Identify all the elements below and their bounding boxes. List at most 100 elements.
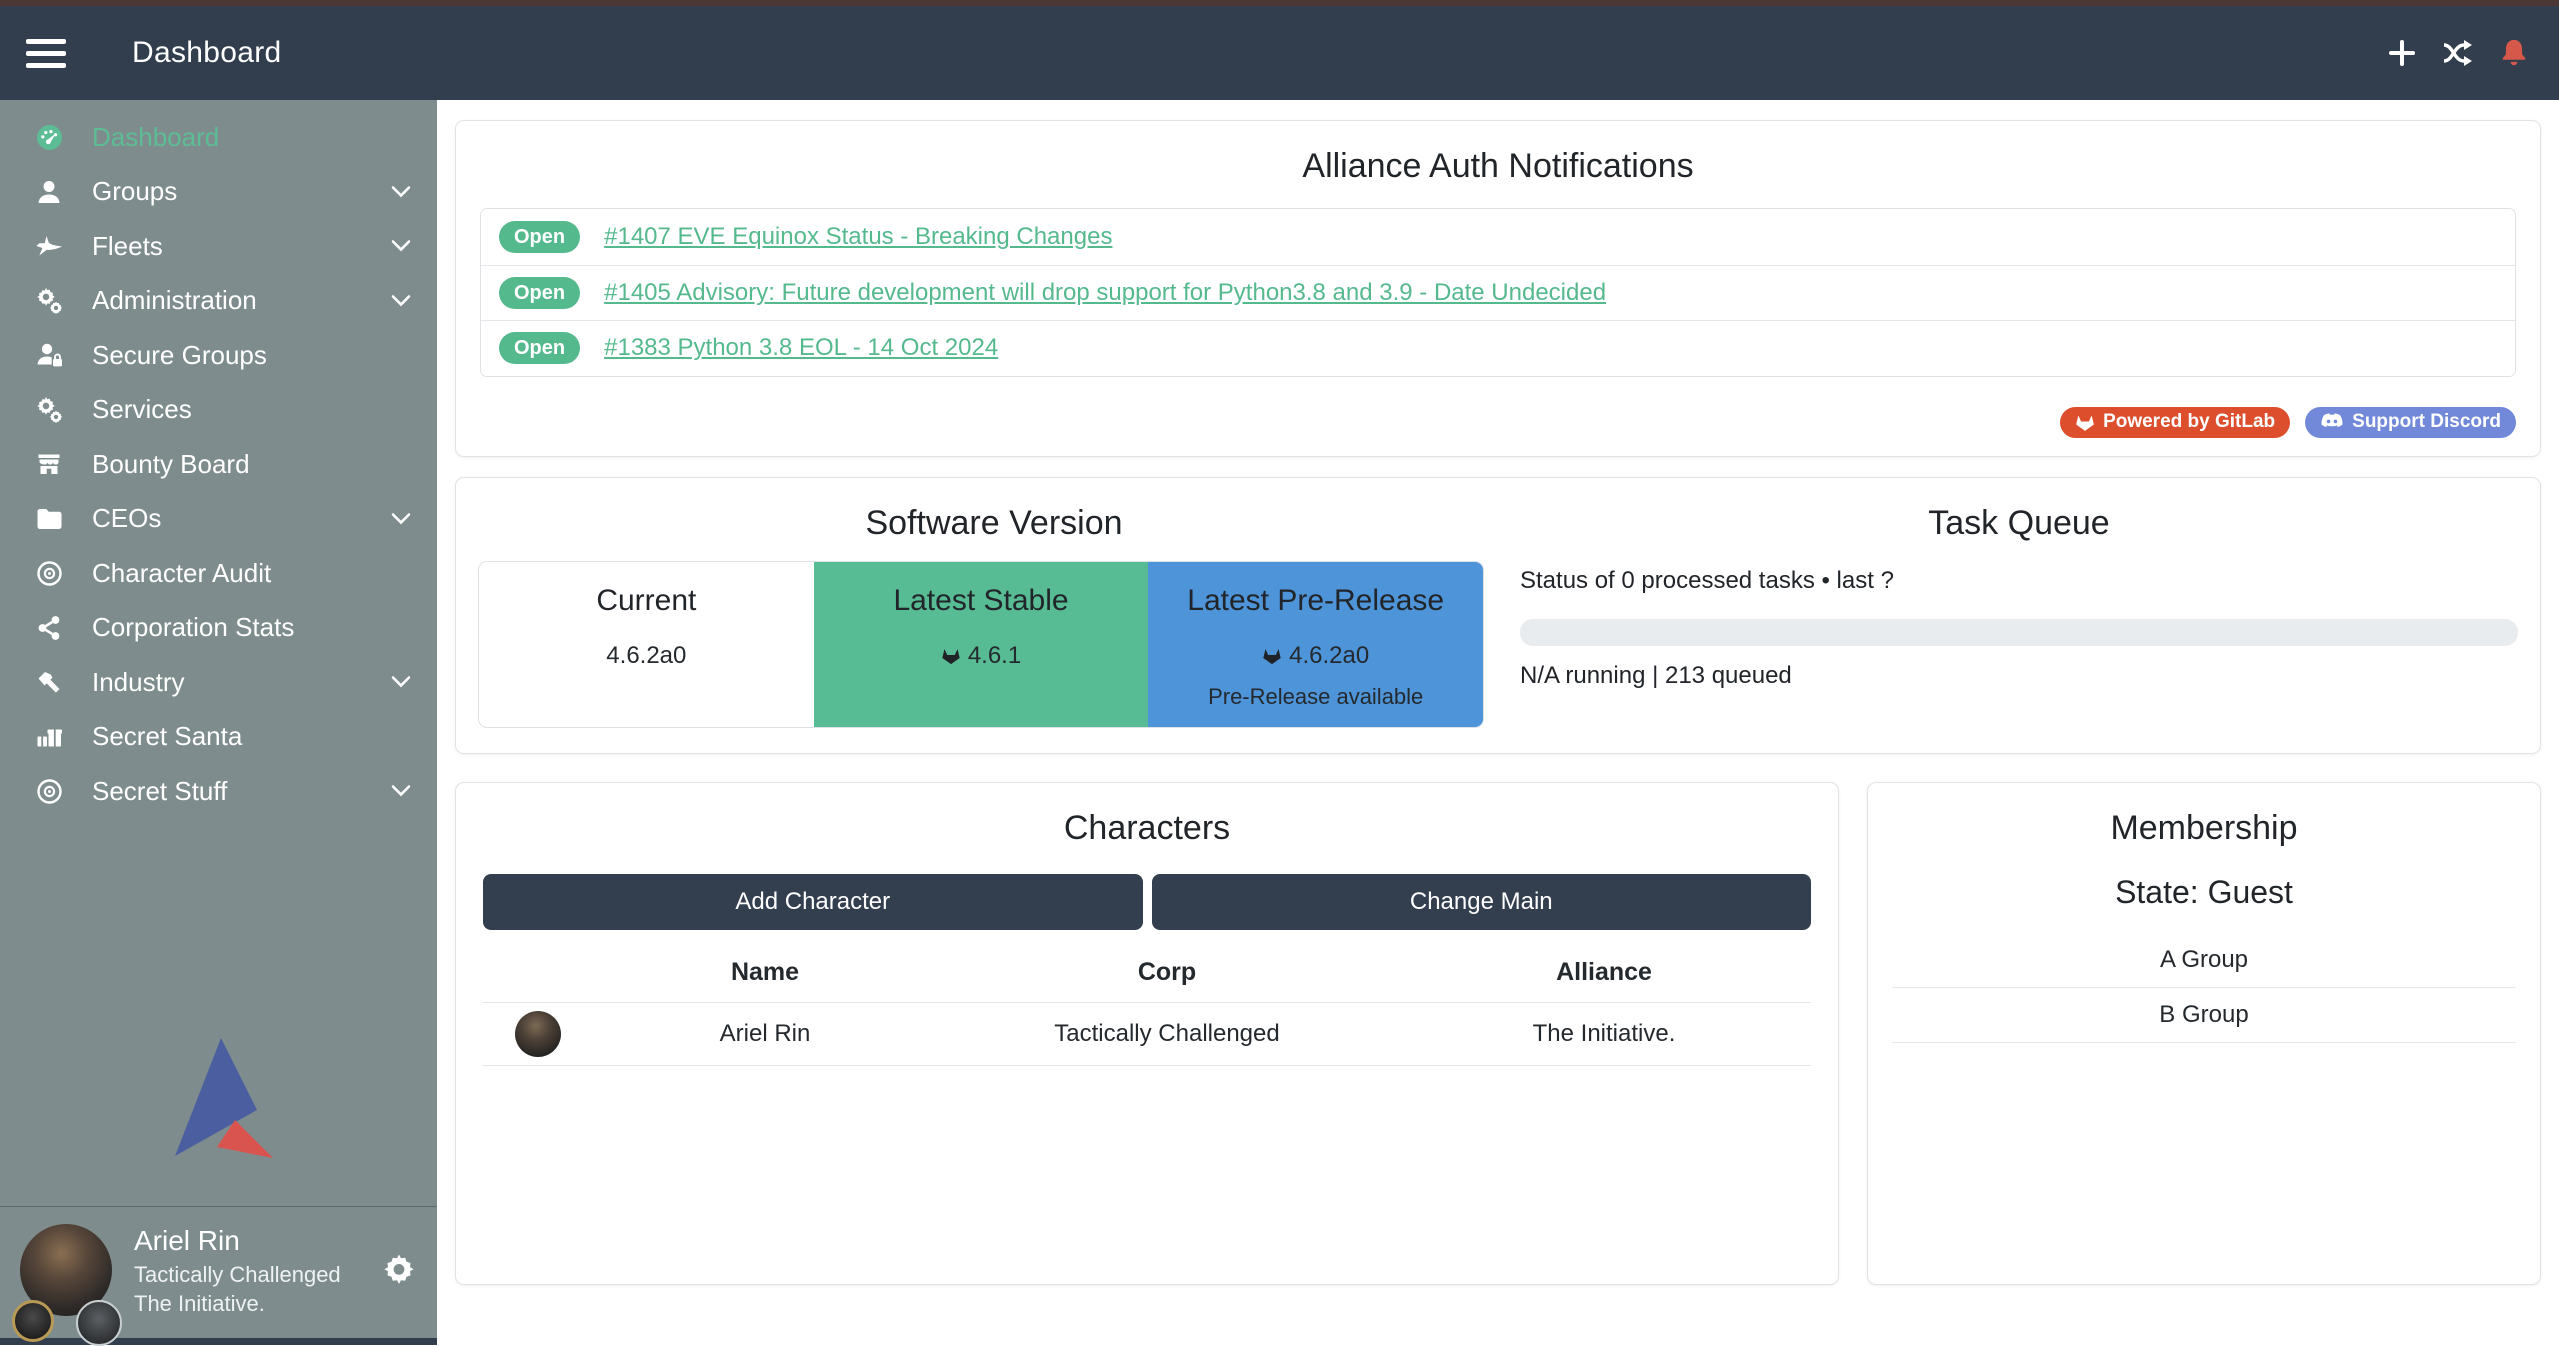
gitlab-badge[interactable]: Powered by GitLab — [2060, 407, 2290, 438]
sidebar-item-label: Secret Santa — [92, 721, 242, 752]
gitlab-badge-label: Powered by GitLab — [2103, 411, 2275, 433]
notification-row: Open #1405 Advisory: Future development … — [481, 265, 2515, 321]
version-column-label: Latest Pre-Release — [1148, 584, 1483, 618]
task-queue-status: Status of 0 processed tasks • last ? — [1520, 567, 2518, 595]
sidebar-item-label: Industry — [92, 667, 185, 698]
discord-badge[interactable]: Support Discord — [2305, 407, 2516, 438]
user-name: Ariel Rin — [134, 1223, 341, 1260]
dashboard-page: Dashboard — [0, 0, 2559, 1345]
chevron-down-icon — [391, 239, 411, 253]
menu-toggle-button[interactable] — [26, 39, 66, 68]
sidebar-item-industry[interactable]: Industry — [0, 655, 437, 710]
chevron-down-icon — [391, 784, 411, 798]
software-version-task-queue-panel: Software Version Current 4.6.2a0 Latest … — [455, 477, 2541, 754]
sidebar-item-label: Fleets — [92, 231, 163, 262]
sidebar-item-administration[interactable]: Administration — [0, 274, 437, 329]
sidebar-nav: Dashboard Groups Fleets — [0, 100, 437, 819]
sidebar-item-secure-groups[interactable]: Secure Groups — [0, 328, 437, 383]
bell-icon[interactable] — [2497, 36, 2531, 70]
version-column-label: Current — [479, 584, 814, 618]
membership-groups-list: A Group B Group — [1892, 933, 2516, 1043]
user-alliance: The Initiative. — [134, 1289, 341, 1318]
sidebar-item-label: Groups — [92, 176, 177, 207]
version-value: 4.6.2a0 — [606, 642, 686, 670]
notifications-list: Open #1407 EVE Equinox Status - Breaking… — [480, 208, 2516, 377]
version-stable-column: Latest Stable 4.6.1 — [814, 562, 1149, 727]
user-lock-icon — [32, 342, 66, 368]
sidebar-item-label: Administration — [92, 285, 257, 316]
folder-icon — [32, 507, 66, 531]
sidebar-item-corporation-stats[interactable]: Corporation Stats — [0, 601, 437, 656]
sidebar-item-label: Character Audit — [92, 558, 271, 589]
settings-gear-icon[interactable] — [381, 1252, 417, 1288]
hammer-icon — [32, 669, 66, 695]
character-alliance-cell: The Initiative. — [1397, 1020, 1811, 1048]
task-queue-counts: N/A running | 213 queued — [1520, 662, 2518, 690]
task-queue-section: Task Queue Status of 0 processed tasks •… — [1510, 494, 2518, 737]
membership-panel: Membership State: Guest A Group B Group — [1867, 782, 2541, 1285]
sidebar-item-ceos[interactable]: CEOs — [0, 492, 437, 547]
sidebar-item-character-audit[interactable]: Character Audit — [0, 546, 437, 601]
alliance-logo — [76, 1300, 122, 1346]
add-icon[interactable] — [2385, 36, 2419, 70]
characters-table-header: Name Corp Alliance — [483, 944, 1811, 1002]
characters-buttons: Add Character Change Main — [483, 874, 1811, 930]
task-queue-progress-bar — [1520, 619, 2518, 646]
character-avatar — [515, 1011, 561, 1057]
column-header-corp: Corp — [937, 958, 1397, 987]
status-badge: Open — [499, 277, 580, 309]
notification-row: Open #1407 EVE Equinox Status - Breaking… — [481, 209, 2515, 265]
notifications-panel: Alliance Auth Notifications Open #1407 E… — [455, 120, 2541, 457]
eye-icon — [32, 778, 66, 805]
notifications-title: Alliance Auth Notifications — [480, 147, 2516, 186]
page-title: Dashboard — [132, 36, 281, 70]
notifications-footer: Powered by GitLab Support Discord — [480, 407, 2516, 438]
change-main-button[interactable]: Change Main — [1152, 874, 1812, 930]
characters-table: Name Corp Alliance Ariel Rin Tactically … — [483, 944, 1811, 1066]
shuffle-icon[interactable] — [2441, 36, 2475, 70]
sidebar-item-label: Services — [92, 394, 192, 425]
discord-icon — [2320, 413, 2344, 431]
sidebar-item-services[interactable]: Services — [0, 383, 437, 438]
add-character-button[interactable]: Add Character — [483, 874, 1143, 930]
sidebar-item-secret-santa[interactable]: Secret Santa — [0, 710, 437, 765]
notification-link[interactable]: #1383 Python 3.8 EOL - 14 Oct 2024 — [604, 334, 998, 362]
eye-icon — [32, 560, 66, 587]
status-badge: Open — [499, 332, 580, 364]
notification-link[interactable]: #1407 EVE Equinox Status - Breaking Chan… — [604, 223, 1112, 251]
user-avatar — [20, 1224, 112, 1316]
gears-icon — [32, 287, 66, 314]
sidebar-item-label: Secret Stuff — [92, 776, 227, 807]
sidebar-item-dashboard[interactable]: Dashboard — [0, 110, 437, 165]
prerelease-note: Pre-Release available — [1148, 684, 1483, 710]
sidebar-item-label: CEOs — [92, 503, 161, 534]
sidebar-item-fleets[interactable]: Fleets — [0, 219, 437, 274]
user-icon — [32, 179, 66, 205]
software-version-title: Software Version — [478, 504, 1510, 543]
membership-title: Membership — [1892, 809, 2516, 848]
software-version-section: Software Version Current 4.6.2a0 Latest … — [478, 494, 1510, 737]
version-prerelease-column: Latest Pre-Release 4.6.2a0 Pre-Release a… — [1148, 562, 1483, 727]
jet-icon — [32, 233, 66, 259]
character-name-cell: Ariel Rin — [593, 1020, 937, 1048]
character-corp-cell: Tactically Challenged — [937, 1020, 1397, 1048]
notification-link[interactable]: #1405 Advisory: Future development will … — [604, 279, 1606, 307]
sidebar-item-secret-stuff[interactable]: Secret Stuff — [0, 764, 437, 819]
gears-icon — [32, 396, 66, 423]
sidebar-item-label: Corporation Stats — [92, 612, 294, 643]
notification-row: Open #1383 Python 3.8 EOL - 14 Oct 2024 — [481, 320, 2515, 376]
discord-badge-label: Support Discord — [2352, 411, 2501, 433]
sidebar: Dashboard Groups Fleets — [0, 100, 437, 1345]
column-header-name: Name — [593, 958, 937, 987]
membership-state: State: Guest — [1892, 874, 2516, 911]
chevron-down-icon — [391, 675, 411, 689]
sidebar-item-label: Dashboard — [92, 122, 219, 153]
gitlab-icon — [941, 647, 961, 665]
sidebar-item-bounty-board[interactable]: Bounty Board — [0, 437, 437, 492]
version-current-column: Current 4.6.2a0 — [479, 562, 814, 727]
sidebar-item-groups[interactable]: Groups — [0, 165, 437, 220]
status-badge: Open — [499, 221, 580, 253]
version-value: 4.6.1 — [968, 642, 1021, 670]
version-value: 4.6.2a0 — [1289, 642, 1369, 670]
user-card: Ariel Rin Tactically Challenged The Init… — [0, 1207, 437, 1338]
